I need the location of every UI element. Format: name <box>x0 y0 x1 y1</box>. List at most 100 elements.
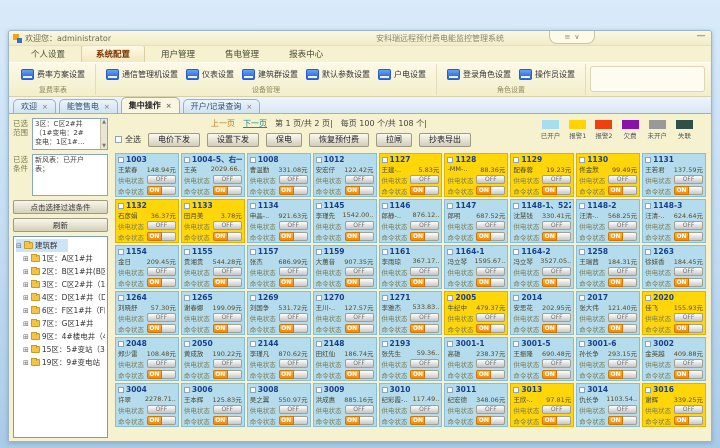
room-card[interactable]: 3006王本辉125.83元供电状态OFF命令状态ON <box>181 383 245 427</box>
supply-off-button[interactable]: OFF <box>542 405 571 414</box>
room-card[interactable]: 1264刘晓舒57.30元供电状态OFF命令状态ON <box>115 291 179 335</box>
command-on-button[interactable]: ON <box>147 324 176 333</box>
supply-off-button[interactable]: OFF <box>345 175 374 184</box>
on-indicator[interactable]: ON <box>608 186 623 195</box>
room-checkbox[interactable] <box>579 387 585 393</box>
room-checkbox[interactable] <box>579 341 585 347</box>
on-indicator[interactable]: ON <box>279 324 294 333</box>
command-on-button[interactable]: ON <box>476 370 505 379</box>
room-checkbox[interactable] <box>579 203 585 209</box>
room-checkbox[interactable] <box>250 157 256 163</box>
on-indicator[interactable]: ON <box>542 278 557 287</box>
command-on-button[interactable]: ON <box>542 278 571 287</box>
room-checkbox[interactable] <box>382 157 388 163</box>
on-indicator[interactable]: ON <box>608 278 623 287</box>
supply-off-button[interactable]: OFF <box>410 313 439 322</box>
room-checkbox[interactable] <box>513 295 519 301</box>
supply-off-button[interactable]: OFF <box>147 359 176 368</box>
on-indicator[interactable]: ON <box>542 232 557 241</box>
supply-off-button[interactable]: OFF <box>279 175 308 184</box>
supply-off-button[interactable]: OFF <box>147 313 176 322</box>
on-indicator[interactable]: ON <box>410 324 425 333</box>
supply-off-button[interactable]: OFF <box>476 267 505 276</box>
supply-off-button[interactable]: OFF <box>147 175 176 184</box>
supply-off-button[interactable]: OFF <box>345 359 374 368</box>
room-checkbox[interactable] <box>513 249 519 255</box>
on-indicator[interactable]: ON <box>279 232 294 241</box>
supply-off-button[interactable]: OFF <box>410 359 439 368</box>
on-indicator[interactable]: ON <box>213 324 228 333</box>
command-on-button[interactable]: ON <box>279 232 308 241</box>
room-checkbox[interactable] <box>316 203 322 209</box>
on-indicator[interactable]: ON <box>410 370 425 379</box>
room-card[interactable]: 2017张大伟121.40元供电状态OFF命令状态ON <box>576 291 640 335</box>
room-card[interactable]: 1161李雨琼367.17..供电状态OFF命令状态ON <box>379 245 443 289</box>
room-checkbox[interactable] <box>382 295 388 301</box>
supply-off-button[interactable]: OFF <box>410 267 439 276</box>
supply-off-button[interactable]: OFF <box>608 175 637 184</box>
on-indicator[interactable]: ON <box>213 370 228 379</box>
room-checkbox[interactable] <box>645 387 651 393</box>
room-card[interactable]: 1270王川-..127.57元供电状态OFF命令状态ON <box>313 291 377 335</box>
room-card[interactable]: 2050黄成放190.22元供电状态OFF命令状态ON <box>181 337 245 381</box>
command-on-button[interactable]: ON <box>476 416 505 425</box>
supply-off-button[interactable]: OFF <box>279 221 308 230</box>
room-card[interactable]: 1133田月美3.78元供电状态OFF命令状态ON <box>181 199 245 243</box>
supply-off-button[interactable]: OFF <box>345 313 374 322</box>
supply-off-button[interactable]: OFF <box>476 175 505 184</box>
on-indicator[interactable]: ON <box>608 370 623 379</box>
on-indicator[interactable]: ON <box>674 232 689 241</box>
room-checkbox[interactable] <box>382 387 388 393</box>
on-indicator[interactable]: ON <box>410 186 425 195</box>
command-on-button[interactable]: ON <box>542 370 571 379</box>
on-indicator[interactable]: ON <box>147 416 162 425</box>
command-on-button[interactable]: ON <box>674 232 703 241</box>
action-button-6[interactable]: 抄表导出 <box>419 133 471 147</box>
supply-off-button[interactable]: OFF <box>410 405 439 414</box>
menu-item-4[interactable]: 售电管理 <box>211 46 273 62</box>
command-on-button[interactable]: ON <box>608 278 637 287</box>
tree-item-5[interactable]: ⊞6区：F区1#井（F区1# <box>23 304 105 317</box>
supply-off-button[interactable]: OFF <box>147 221 176 230</box>
room-card[interactable]: 1146郎静-..876.12..供电状态OFF命令状态ON <box>379 199 443 243</box>
room-card[interactable]: 3014仇长争1103.54..供电状态OFF命令状态ON <box>576 383 640 427</box>
room-checkbox[interactable] <box>250 295 256 301</box>
supply-off-button[interactable]: OFF <box>476 313 505 322</box>
room-card[interactable]: 1154金日209.45元供电状态OFF命令状态ON <box>115 245 179 289</box>
command-on-button[interactable]: ON <box>674 186 703 195</box>
supply-off-button[interactable]: OFF <box>279 267 308 276</box>
room-checkbox[interactable] <box>382 341 388 347</box>
choose-filter-button[interactable]: 点击选择过滤条件 <box>13 200 108 214</box>
command-on-button[interactable]: ON <box>674 278 703 287</box>
room-card[interactable]: 3009洪成惠885.16元供电状态OFF命令状态ON <box>313 383 377 427</box>
tab-2[interactable]: 能管售电× <box>59 99 118 113</box>
command-on-button[interactable]: ON <box>410 232 439 241</box>
expand-icon[interactable]: ⊞ <box>23 268 29 276</box>
command-on-button[interactable]: ON <box>345 186 374 195</box>
command-on-button[interactable]: ON <box>674 370 703 379</box>
expand-icon[interactable]: ⊞ <box>23 307 29 315</box>
command-on-button[interactable]: ON <box>476 232 505 241</box>
expand-icon[interactable]: ⊞ <box>23 281 29 289</box>
action-button-2[interactable]: 设置下发 <box>207 133 259 147</box>
room-checkbox[interactable] <box>316 249 322 255</box>
room-checkbox[interactable] <box>184 203 190 209</box>
command-on-button[interactable]: ON <box>147 278 176 287</box>
room-card[interactable]: 1003王紫春148.94元供电状态OFF命令状态ON <box>115 153 179 197</box>
on-indicator[interactable]: ON <box>410 416 425 425</box>
command-on-button[interactable]: ON <box>279 370 308 379</box>
supply-off-button[interactable]: OFF <box>674 359 703 368</box>
ribbon-button[interactable]: 登录角色设置 <box>443 66 515 83</box>
menu-item-5[interactable]: 报表中心 <box>275 46 337 62</box>
on-indicator[interactable]: ON <box>476 278 491 287</box>
tab-1[interactable]: 欢迎× <box>13 99 56 113</box>
room-checkbox[interactable] <box>184 387 190 393</box>
command-on-button[interactable]: ON <box>476 278 505 287</box>
expand-icon[interactable]: ⊞ <box>23 359 29 367</box>
prev-page-link[interactable]: 上一页 <box>211 118 235 129</box>
on-indicator[interactable]: ON <box>345 186 360 195</box>
supply-off-button[interactable]: OFF <box>542 221 571 230</box>
tree-root[interactable]: ⊟建筑群 <box>16 239 68 252</box>
action-button-3[interactable]: 保电 <box>266 133 302 147</box>
supply-off-button[interactable]: OFF <box>608 405 637 414</box>
